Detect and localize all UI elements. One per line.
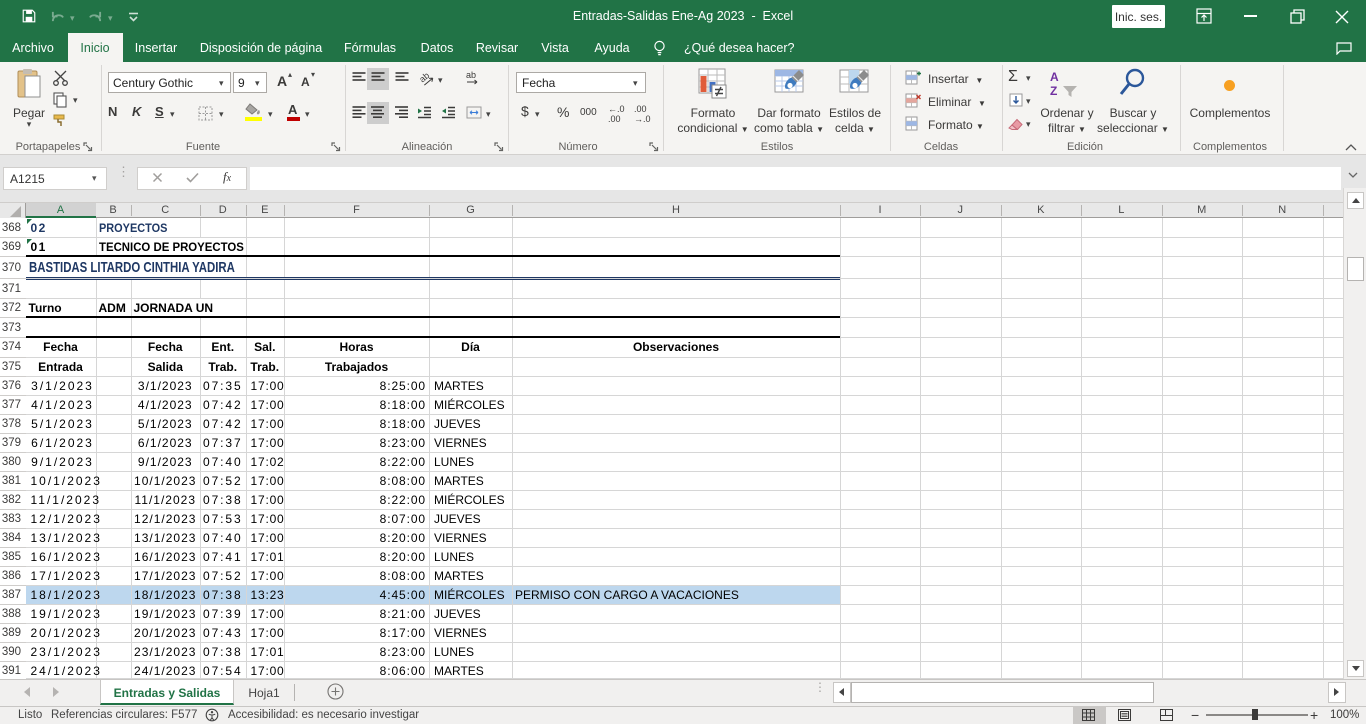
svg-text:ab: ab <box>466 70 476 80</box>
svg-text:A: A <box>1050 70 1059 84</box>
svg-text:ab: ab <box>419 70 431 84</box>
svg-text:Z: Z <box>1050 84 1057 98</box>
